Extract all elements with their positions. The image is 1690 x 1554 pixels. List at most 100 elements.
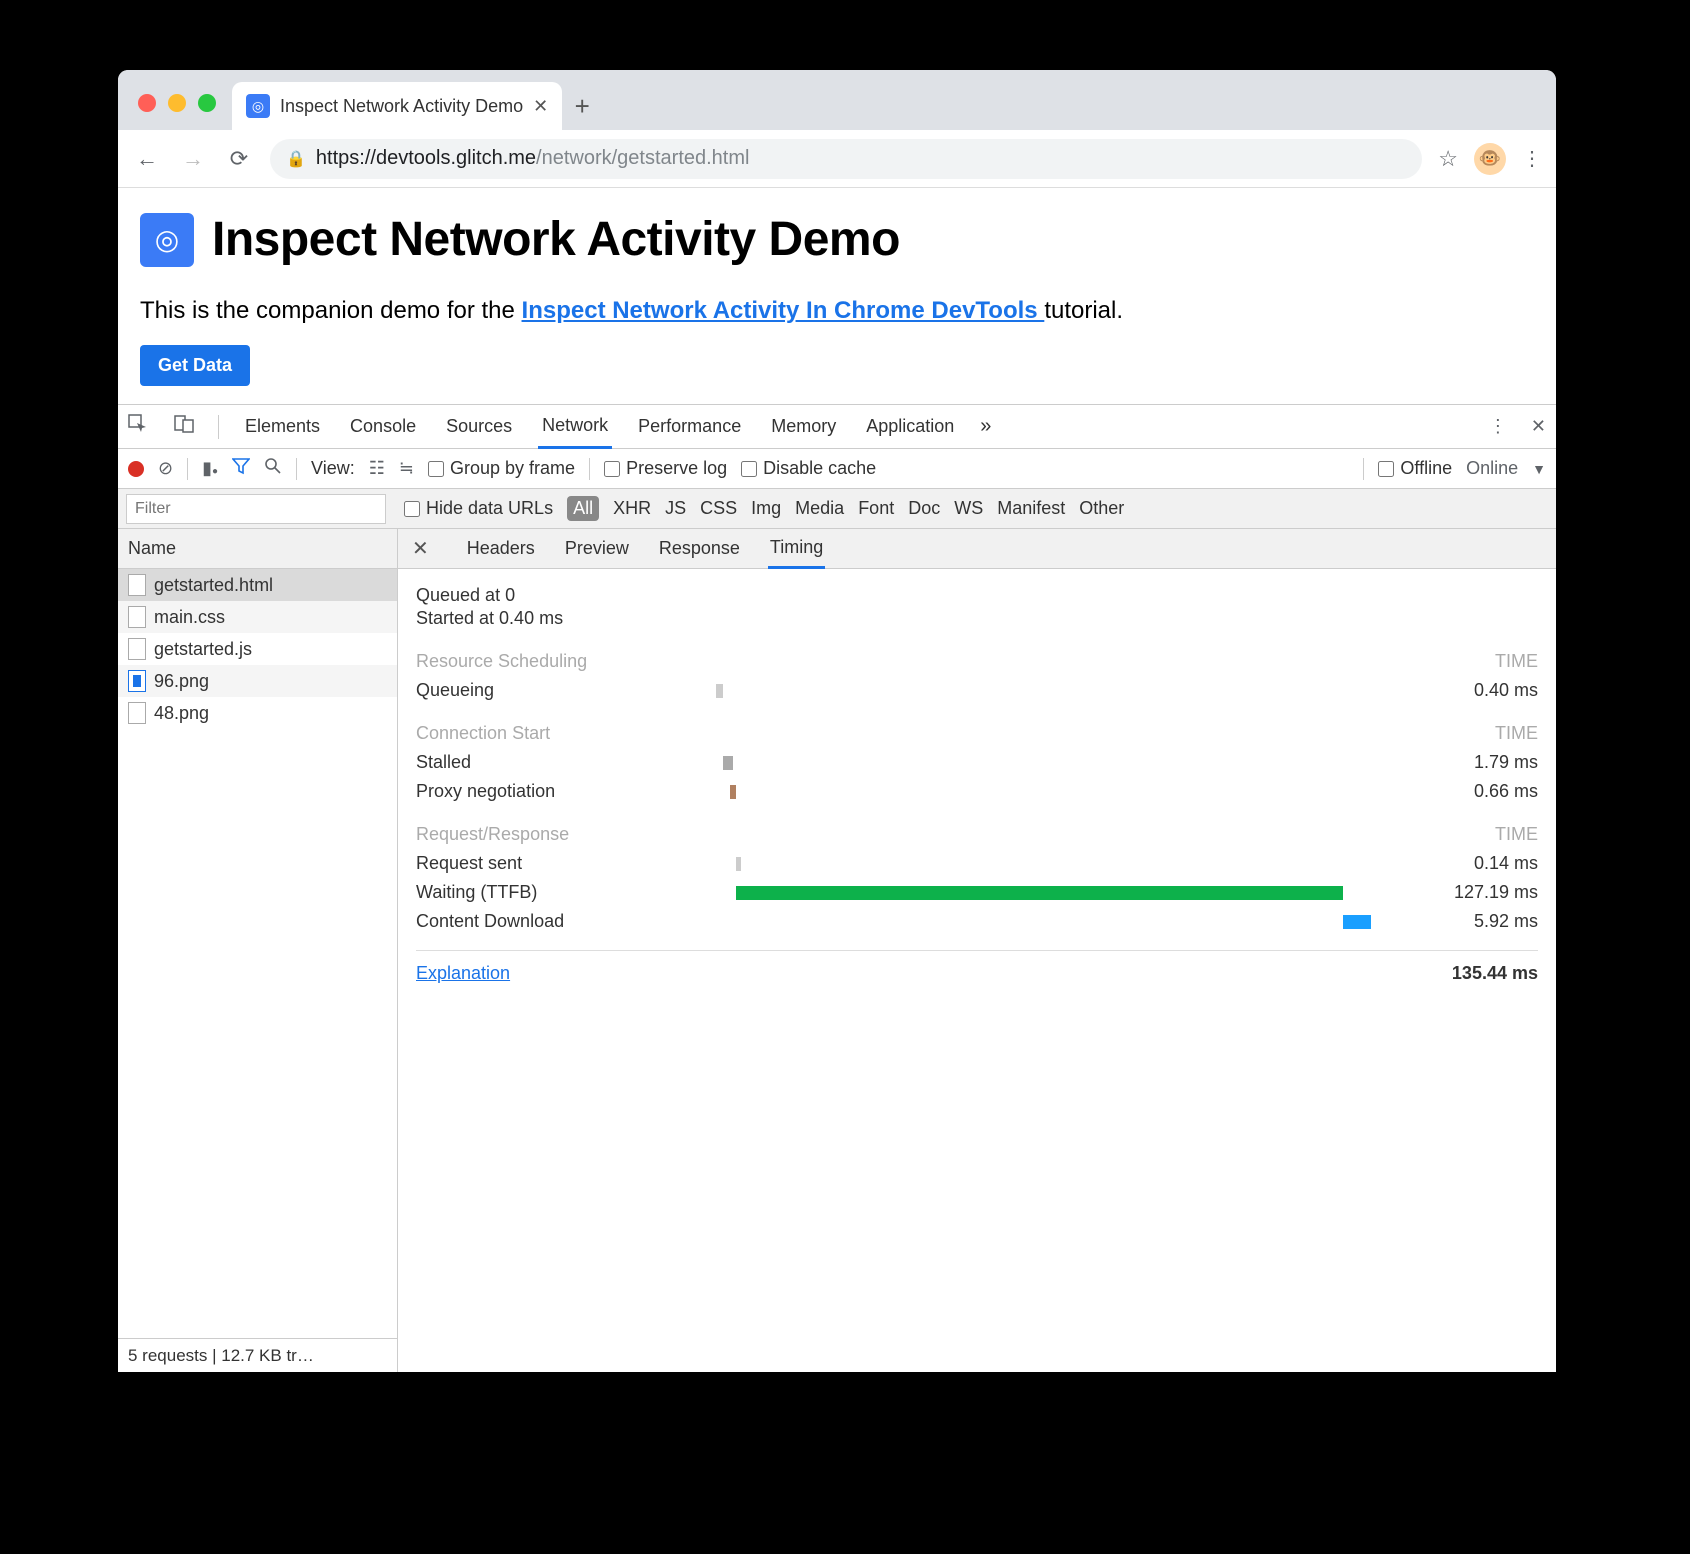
timing-bar [723, 756, 733, 770]
devtools-tab-sources[interactable]: Sources [442, 406, 516, 447]
timing-value: 0.14 ms [1398, 853, 1538, 874]
large-rows-icon[interactable]: ☷ [369, 458, 385, 479]
clear-icon[interactable]: ⊘ [158, 458, 173, 479]
filter-input[interactable] [126, 494, 386, 524]
page-title: Inspect Network Activity Demo [212, 212, 900, 267]
timing-label: Waiting (TTFB) [416, 882, 716, 903]
filter-type-xhr[interactable]: XHR [613, 498, 651, 519]
tutorial-link[interactable]: Inspect Network Activity In Chrome DevTo… [522, 297, 1045, 324]
timing-total: 135.44 ms [1452, 963, 1538, 984]
filter-type-js[interactable]: JS [665, 498, 686, 519]
document-file-icon [128, 702, 146, 724]
details-tab-preview[interactable]: Preview [563, 530, 631, 567]
filter-type-all[interactable]: All [567, 496, 599, 521]
favicon-icon: ◎ [246, 94, 270, 118]
timing-bar [736, 857, 740, 871]
browser-menu-icon[interactable]: ⋮ [1522, 146, 1542, 171]
devtools-tab-network[interactable]: Network [538, 405, 612, 449]
offline-checkbox[interactable]: Offline [1378, 458, 1452, 479]
url-text: https://devtools.glitch.me/network/getst… [316, 147, 750, 170]
address-bar[interactable]: 🔒 https://devtools.glitch.me/network/get… [270, 139, 1422, 179]
forward-icon[interactable]: → [178, 144, 208, 174]
capture-screenshot-icon[interactable]: ▮● [202, 458, 218, 479]
request-row[interactable]: getstarted.js [118, 633, 397, 665]
request-row[interactable]: 96.png [118, 665, 397, 697]
hide-data-urls-checkbox[interactable]: Hide data URLs [404, 498, 553, 519]
image-file-icon [128, 670, 146, 692]
filter-type-ws[interactable]: WS [954, 498, 983, 519]
devtools-tab-console[interactable]: Console [346, 406, 420, 447]
close-tab-icon[interactable]: ✕ [533, 96, 548, 117]
get-data-button[interactable]: Get Data [140, 345, 250, 386]
timing-row: Waiting (TTFB) 127.19 ms [416, 882, 1538, 903]
devtools-tab-elements[interactable]: Elements [241, 406, 324, 447]
browser-window: ◎ Inspect Network Activity Demo ✕ + ← → … [118, 70, 1556, 1372]
throttling-dropdown-icon[interactable]: ▼ [1532, 461, 1546, 477]
search-icon[interactable] [264, 457, 282, 480]
timing-section-header: Connection StartTIME [416, 723, 1538, 744]
devtools-tab-memory[interactable]: Memory [767, 406, 840, 447]
waterfall-view-icon[interactable]: ≒ [399, 458, 414, 479]
online-select[interactable]: Online [1466, 458, 1518, 479]
device-toggle-icon[interactable] [172, 414, 196, 439]
timing-value: 127.19 ms [1398, 882, 1538, 903]
lock-icon: 🔒 [286, 149, 306, 169]
filter-type-other[interactable]: Other [1079, 498, 1124, 519]
timing-value: 5.92 ms [1398, 911, 1538, 932]
browser-tab[interactable]: ◎ Inspect Network Activity Demo ✕ [232, 82, 562, 130]
bookmark-star-icon[interactable]: ☆ [1438, 146, 1458, 172]
filter-icon[interactable] [232, 457, 250, 480]
timing-label: Request sent [416, 853, 716, 874]
group-by-frame-checkbox[interactable]: Group by frame [428, 458, 575, 479]
disable-cache-checkbox[interactable]: Disable cache [741, 458, 876, 479]
request-name: getstarted.html [154, 575, 273, 596]
request-row[interactable]: 48.png [118, 697, 397, 729]
new-tab-button[interactable]: + [562, 82, 602, 130]
profile-avatar-icon[interactable]: 🐵 [1474, 143, 1506, 175]
network-toolbar: ⊘ ▮● View: ☷ ≒ Group by frame Preserve l… [118, 449, 1556, 489]
preserve-log-checkbox[interactable]: Preserve log [604, 458, 727, 479]
minimize-window-icon[interactable] [168, 94, 186, 112]
filter-type-img[interactable]: Img [751, 498, 781, 519]
devtools-close-icon[interactable]: ✕ [1529, 416, 1548, 437]
request-name: getstarted.js [154, 639, 252, 660]
status-bar: 5 requests | 12.7 KB tr… [118, 1338, 397, 1372]
timing-row: Request sent 0.14 ms [416, 853, 1538, 874]
timing-bar-area [716, 912, 1398, 932]
back-icon[interactable]: ← [132, 144, 162, 174]
filter-type-font[interactable]: Font [858, 498, 894, 519]
timing-value: 0.66 ms [1398, 781, 1538, 802]
tab-strip: ◎ Inspect Network Activity Demo ✕ + [118, 70, 1556, 130]
request-details: ✕ HeadersPreviewResponseTiming Queued at… [398, 529, 1556, 1372]
devtools-tab-performance[interactable]: Performance [634, 406, 745, 447]
details-tab-bar: ✕ Headers Preview Response Timing [398, 529, 1556, 569]
reload-icon[interactable]: ⟳ [224, 144, 254, 174]
timing-label: Queueing [416, 680, 716, 701]
request-row[interactable]: main.css [118, 601, 397, 633]
record-icon[interactable] [128, 461, 144, 477]
inspect-element-icon[interactable] [126, 414, 150, 439]
request-list-header[interactable]: Name [118, 529, 397, 569]
close-details-icon[interactable]: ✕ [402, 536, 439, 561]
devtools-panel: Elements Console Sources Network Performance… [118, 405, 1556, 1372]
more-tabs-icon[interactable]: » [980, 415, 991, 438]
timing-row: Content Download5.92 ms [416, 911, 1538, 932]
timing-value: 1.79 ms [1398, 752, 1538, 773]
details-tab-response[interactable]: Response [657, 530, 742, 567]
request-name: 48.png [154, 703, 209, 724]
details-tab-headers[interactable]: Headers [465, 530, 537, 567]
devtools-settings-icon[interactable]: ⋮ [1487, 416, 1509, 437]
filter-type-css[interactable]: CSS [700, 498, 737, 519]
devtools-tab-application[interactable]: Application [862, 406, 958, 447]
explanation-link[interactable]: Explanation [416, 963, 510, 984]
window-controls [130, 94, 232, 130]
close-window-icon[interactable] [138, 94, 156, 112]
details-tab-timing[interactable]: Timing [768, 529, 825, 569]
timing-bar-area [716, 883, 1398, 903]
filter-type-doc[interactable]: Doc [908, 498, 940, 519]
devtools-tabbar: Elements Console Sources Network Performance… [118, 405, 1556, 449]
filter-type-manifest[interactable]: Manifest [997, 498, 1065, 519]
filter-type-media[interactable]: Media [795, 498, 844, 519]
maximize-window-icon[interactable] [198, 94, 216, 112]
request-row[interactable]: getstarted.html [118, 569, 397, 601]
